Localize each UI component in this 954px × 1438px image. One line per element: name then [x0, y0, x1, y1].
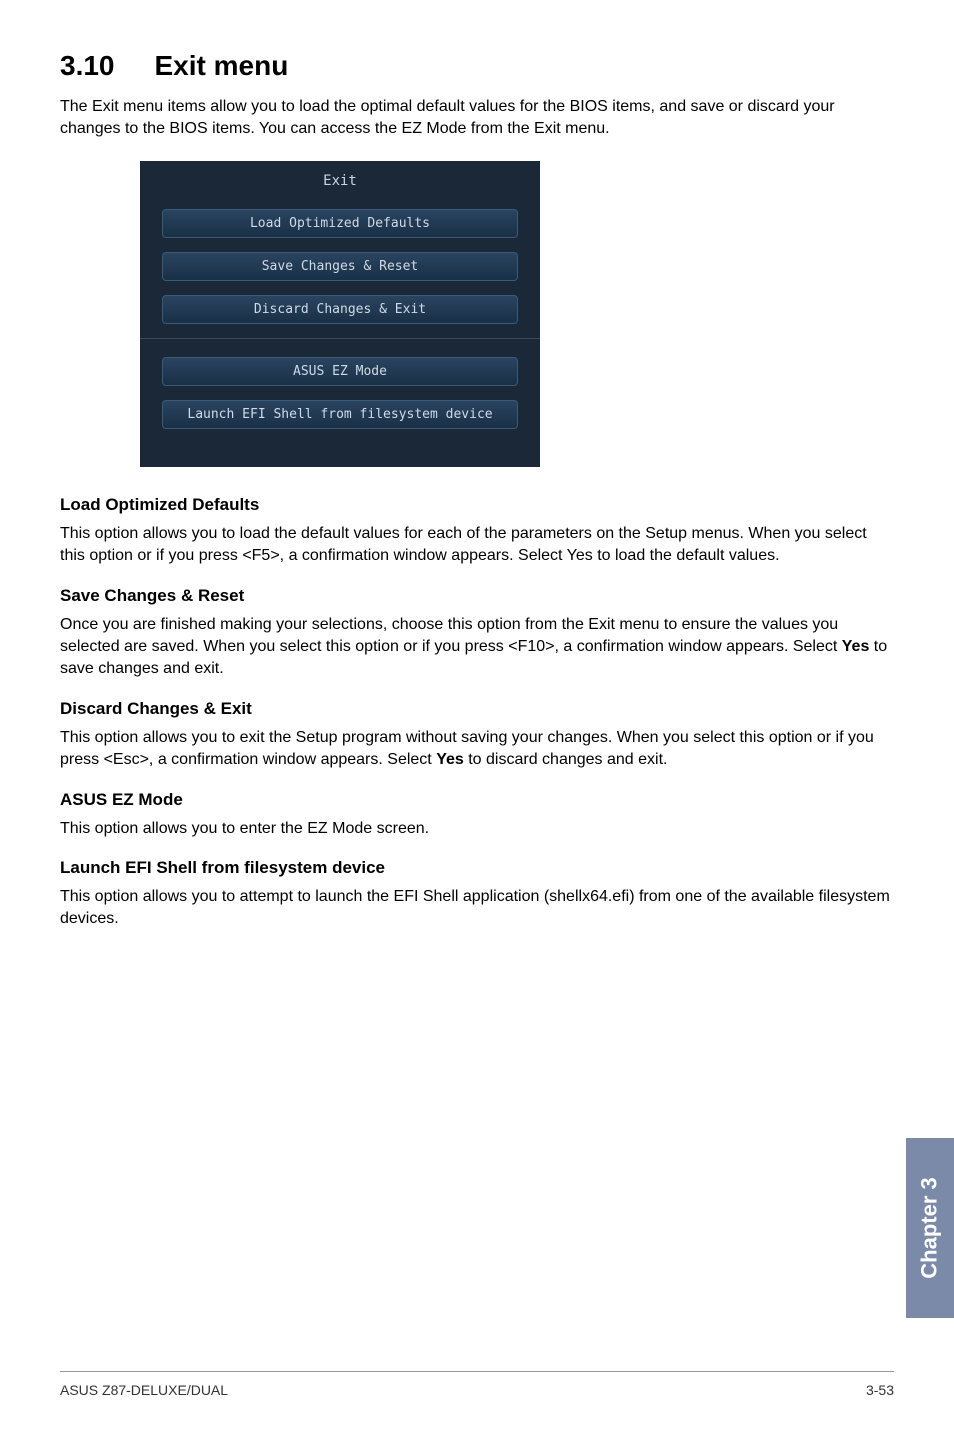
- ez-mode-body: This option allows you to enter the EZ M…: [60, 818, 894, 840]
- intro-paragraph: The Exit menu items allow you to load th…: [60, 96, 894, 141]
- bios-menu-group: Load Optimized Defaults Save Changes & R…: [140, 199, 540, 451]
- chapter-tab: Chapter 3: [906, 1138, 954, 1318]
- bios-divider: [140, 338, 540, 339]
- discard-exit-heading: Discard Changes & Exit: [60, 699, 894, 719]
- ez-mode-heading: ASUS EZ Mode: [60, 790, 894, 810]
- launch-efi-body: This option allows you to attempt to lau…: [60, 886, 894, 931]
- discard-exit-body: This option allows you to exit the Setup…: [60, 727, 894, 772]
- bios-ez-mode-button: ASUS EZ Mode: [162, 357, 518, 386]
- discard-exit-body-bold: Yes: [436, 751, 464, 768]
- bios-exit-screenshot: Exit Load Optimized Defaults Save Change…: [140, 161, 540, 467]
- bios-discard-exit-button: Discard Changes & Exit: [162, 295, 518, 324]
- bios-load-defaults-button: Load Optimized Defaults: [162, 209, 518, 238]
- footer-left: ASUS Z87-DELUXE/DUAL: [60, 1382, 228, 1398]
- load-defaults-heading: Load Optimized Defaults: [60, 495, 894, 515]
- launch-efi-heading: Launch EFI Shell from filesystem device: [60, 858, 894, 878]
- save-reset-body: Once you are finished making your select…: [60, 614, 894, 681]
- bios-save-reset-button: Save Changes & Reset: [162, 252, 518, 281]
- page-heading: 3.10 Exit menu: [60, 50, 894, 82]
- page-footer: ASUS Z87-DELUXE/DUAL 3-53: [60, 1371, 894, 1398]
- bios-launch-efi-button: Launch EFI Shell from filesystem device: [162, 400, 518, 429]
- section-title: Exit menu: [155, 50, 289, 81]
- discard-exit-body-post: to discard changes and exit.: [464, 751, 668, 768]
- save-reset-heading: Save Changes & Reset: [60, 586, 894, 606]
- chapter-tab-label: Chapter 3: [917, 1177, 943, 1278]
- bios-header-label: Exit: [140, 173, 540, 199]
- save-reset-body-pre: Once you are finished making your select…: [60, 616, 842, 655]
- section-number: 3.10: [60, 50, 115, 82]
- save-reset-body-bold: Yes: [842, 638, 870, 655]
- load-defaults-body: This option allows you to load the defau…: [60, 523, 894, 568]
- footer-right: 3-53: [866, 1382, 894, 1398]
